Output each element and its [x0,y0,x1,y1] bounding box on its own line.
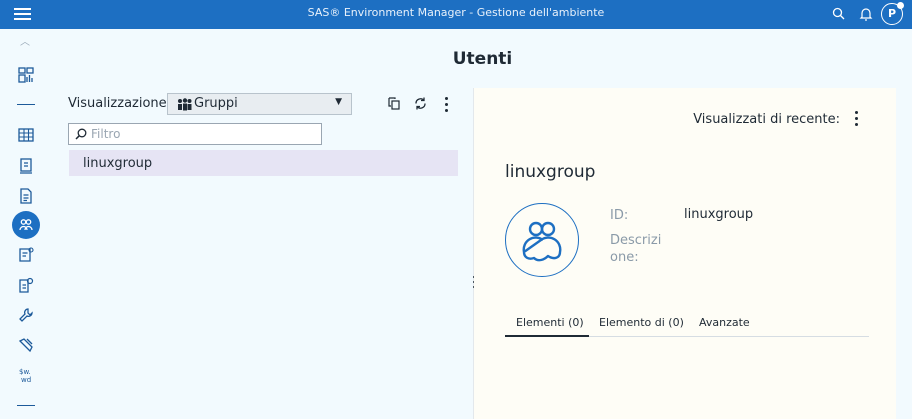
group-avatar-icon [522,221,562,262]
nav-dashboard-icon[interactable] [12,61,40,89]
page-title: Utenti [452,49,513,69]
detail-tabs: Elementi (0) Elemento di (0) Avanzate [505,315,869,337]
app-header: SAS® Environment Manager - Gestione dell… [0,0,912,29]
filter-field[interactable] [68,123,322,145]
nav-formats-icon[interactable]: $w. wd [12,361,40,389]
nav-separator [17,405,35,406]
nav-users-icon[interactable] [12,211,40,239]
tab-members[interactable]: Elementi (0) [505,315,589,337]
left-navigation: ︿ $w. wd [0,29,53,419]
svg-text:$w.: $w. [19,368,31,376]
tab-members-label: Elementi (0) [516,316,584,329]
filter-input[interactable] [91,126,316,142]
app-title: SAS® Environment Manager - Gestione dell… [307,6,605,19]
nav-security-icon[interactable] [12,271,40,299]
group-name-heading: linuxgroup [505,162,596,182]
scroll-up-chevron-icon[interactable]: ︿ [20,33,30,48]
nav-table-icon[interactable] [12,121,40,149]
search-icon [75,128,87,140]
view-label: Visualizzazione: [68,96,172,111]
nav-tools-icon[interactable] [12,331,40,359]
user-status-dot [897,2,904,9]
list-item[interactable]: linuxgroup [69,150,458,176]
tab-advanced[interactable]: Avanzate [699,315,750,337]
group-icon [178,98,192,111]
search-icon[interactable] [830,5,848,23]
tab-member-of-label: Elemento di (0) [599,316,684,329]
chevron-down-icon: ▼ [335,97,342,107]
view-select-value: Gruppi [194,96,238,111]
nav-wrench-icon[interactable] [12,301,40,329]
group-avatar [505,203,579,277]
notifications-bell-icon[interactable] [857,5,875,23]
nav-document-icon[interactable] [12,182,40,210]
user-avatar-initial: P [887,7,897,20]
tab-member-of[interactable]: Elemento di (0) [599,315,684,337]
id-value: linuxgroup [684,207,754,222]
nav-configuration-icon[interactable] [12,241,40,269]
view-select[interactable]: Gruppi ▼ [167,93,352,115]
description-label: Descrizi one: [610,233,662,265]
id-label: ID: [610,208,629,223]
nav-separator [17,104,35,105]
svg-text:wd: wd [21,376,31,384]
more-options-icon[interactable] [440,97,452,114]
nav-report-icon[interactable] [12,152,40,180]
copy-icon[interactable] [386,95,403,112]
user-avatar[interactable]: P [881,2,904,25]
refresh-icon[interactable] [412,95,429,112]
recently-viewed-label[interactable]: Visualizzati di recente: [693,112,840,127]
recent-more-options-icon[interactable] [850,111,862,128]
list-item-label: linuxgroup [83,156,153,171]
tab-advanced-label: Avanzate [699,316,750,329]
